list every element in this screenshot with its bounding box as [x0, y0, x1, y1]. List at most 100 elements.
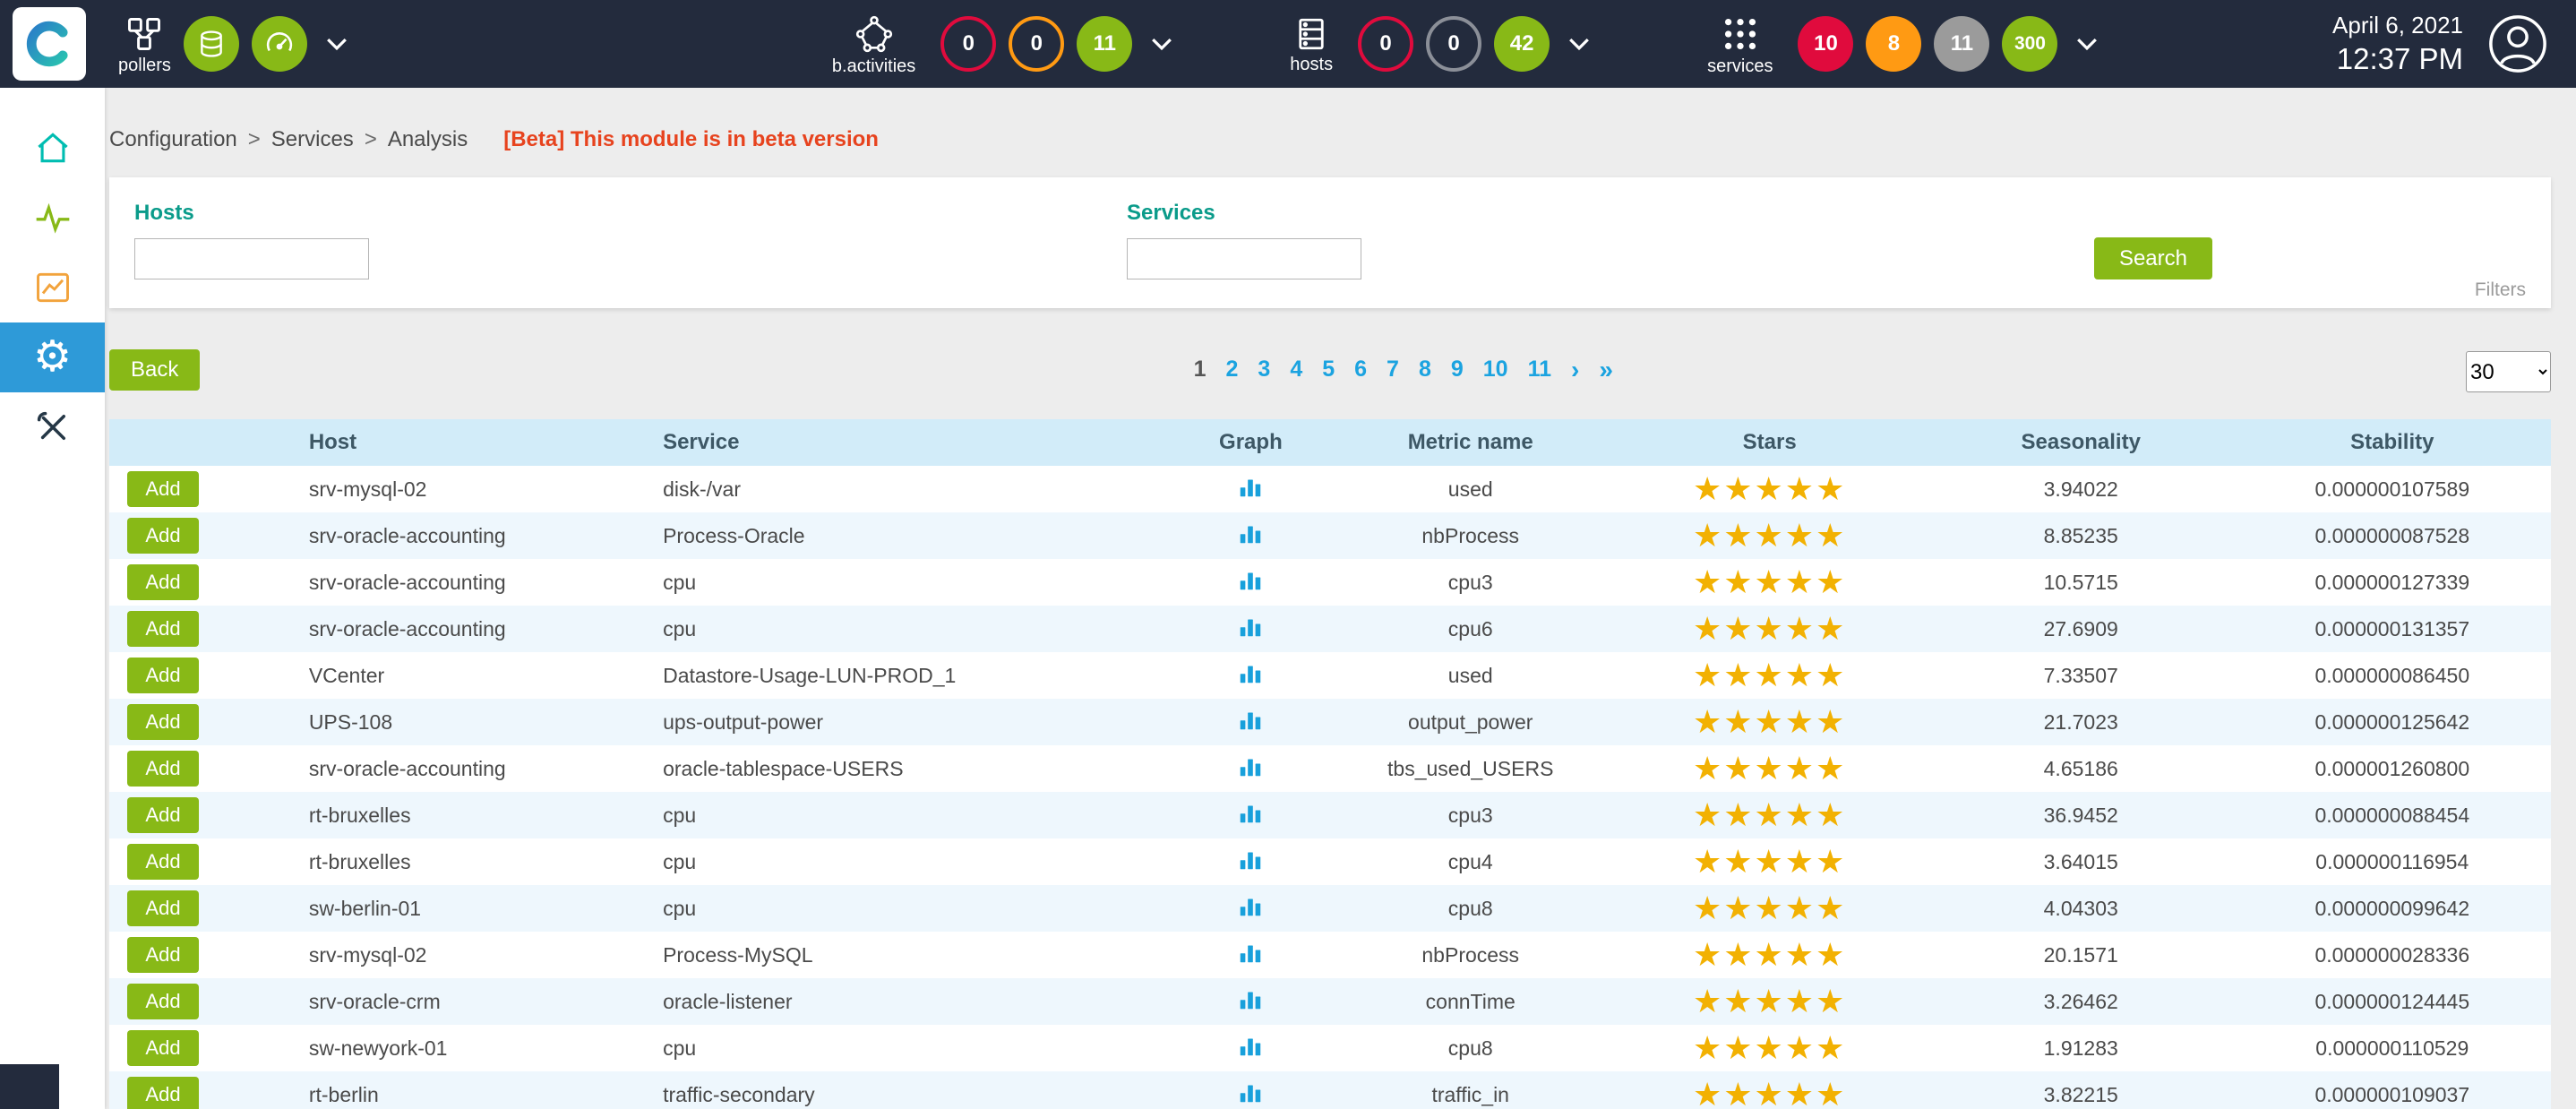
graph-icon[interactable] [1237, 846, 1264, 873]
add-button[interactable]: Add [127, 471, 199, 507]
add-button[interactable]: Add [127, 984, 199, 1019]
services-chevron-down-icon[interactable] [2075, 36, 2099, 52]
page-link-10[interactable]: 10 [1483, 357, 1508, 383]
graph-icon[interactable] [1237, 985, 1264, 1012]
status-badge[interactable]: 0 [1358, 16, 1413, 72]
add-button[interactable]: Add [127, 1030, 199, 1066]
add-button[interactable]: Add [127, 844, 199, 880]
user-profile-button[interactable] [2486, 13, 2549, 75]
page-size-select[interactable]: 30 [2466, 351, 2551, 392]
page-link-2[interactable]: 2 [1226, 357, 1239, 383]
status-badge[interactable]: 300 [2002, 16, 2057, 72]
add-button[interactable]: Add [127, 937, 199, 973]
search-button[interactable]: Search [2094, 237, 2212, 279]
breadcrumb-item-analysis[interactable]: Analysis [388, 127, 468, 152]
page-link-3[interactable]: 3 [1258, 357, 1270, 383]
hosts-chevron-down-icon[interactable] [1567, 36, 1591, 52]
sidebar-collapse-button[interactable] [0, 1064, 59, 1109]
pollers-status-group: pollers [118, 14, 348, 74]
stability-cell: 0.000000099642 [2234, 885, 2551, 932]
status-badge[interactable]: 8 [1866, 16, 1921, 72]
page-link-8[interactable]: 8 [1419, 357, 1431, 383]
bam-menu[interactable]: b.activities [832, 13, 915, 75]
chart-icon [33, 268, 73, 307]
seasonality-cell: 27.6909 [1928, 606, 2234, 652]
main-content: Configuration>Services>Analysis [Beta] T… [105, 88, 2576, 1109]
graph-icon[interactable] [1237, 752, 1264, 779]
add-button[interactable]: Add [127, 611, 199, 647]
services-menu[interactable]: services [1707, 13, 1773, 75]
sidebar-item-administration[interactable] [0, 392, 105, 462]
star-rating-icon: ★★★★★ [1693, 796, 1846, 833]
table-row: Addsw-berlin-01cpucpu8★★★★★4.043030.0000… [109, 885, 2551, 932]
page-link-5[interactable]: 5 [1322, 357, 1335, 383]
breadcrumb-item-services[interactable]: Services [271, 127, 354, 152]
beta-warning: [Beta] This module is in beta version [503, 127, 879, 152]
sidebar-item-reporting[interactable] [0, 253, 105, 322]
graph-icon[interactable] [1237, 1079, 1264, 1105]
graph-icon[interactable] [1237, 892, 1264, 919]
add-button[interactable]: Add [127, 890, 199, 926]
add-button[interactable]: Add [127, 797, 199, 833]
graph-icon[interactable] [1237, 520, 1264, 546]
column-header-metric-name: Metric name [1330, 419, 1610, 466]
pollers-chevron-down-icon[interactable] [325, 36, 348, 52]
stars-cell: ★★★★★ [1610, 1025, 1928, 1071]
status-badge[interactable]: 42 [1494, 16, 1550, 72]
page-link-7[interactable]: 7 [1387, 357, 1399, 383]
graph-icon[interactable] [1237, 613, 1264, 640]
poller-latency-status[interactable] [252, 16, 307, 72]
graph-icon[interactable] [1237, 566, 1264, 593]
bam-chevron-down-icon[interactable] [1150, 36, 1173, 52]
status-badge[interactable]: 11 [1934, 16, 1989, 72]
sidebar-item-home[interactable] [0, 113, 105, 183]
status-badge[interactable]: 0 [940, 16, 996, 72]
add-button[interactable]: Add [127, 658, 199, 693]
column-header-stability: Stability [2234, 419, 2551, 466]
next-page-icon[interactable]: › [1571, 357, 1579, 383]
add-button[interactable]: Add [127, 704, 199, 740]
page-link-9[interactable]: 9 [1451, 357, 1464, 383]
add-button[interactable]: Add [127, 751, 199, 787]
status-badge[interactable]: 10 [1798, 16, 1853, 72]
graph-icon[interactable] [1237, 799, 1264, 826]
status-badge[interactable]: 0 [1009, 16, 1064, 72]
filters-caption: Filters [2475, 279, 2526, 301]
poller-database-status[interactable] [184, 16, 239, 72]
breadcrumb-item-configuration[interactable]: Configuration [109, 127, 237, 152]
add-button[interactable]: Add [127, 518, 199, 554]
page-link-4[interactable]: 4 [1290, 357, 1302, 383]
pollers-menu[interactable]: pollers [118, 14, 171, 74]
service-cell: cpu [634, 838, 1172, 885]
add-button[interactable]: Add [127, 1077, 199, 1109]
graph-icon[interactable] [1237, 706, 1264, 733]
services-filter-input[interactable] [1127, 238, 1361, 279]
seasonality-cell: 10.5715 [1928, 559, 2234, 606]
column-header-seasonality: Seasonality [1928, 419, 2234, 466]
graph-icon[interactable] [1237, 939, 1264, 966]
services-filter-group: Services [1127, 201, 1361, 279]
page-link-1[interactable]: 1 [1194, 357, 1206, 383]
graph-icon[interactable] [1237, 1032, 1264, 1059]
pollers-label: pollers [118, 56, 171, 74]
seasonality-cell: 21.7023 [1928, 699, 2234, 745]
hosts-filter-input[interactable] [134, 238, 369, 279]
back-button[interactable]: Back [109, 349, 200, 391]
centreon-logo[interactable] [13, 7, 86, 81]
add-button[interactable]: Add [127, 564, 199, 600]
metric-name-cell: output_power [1330, 699, 1610, 745]
graph-icon[interactable] [1237, 659, 1264, 686]
graph-cell [1172, 1025, 1330, 1071]
page-link-11[interactable]: 11 [1528, 357, 1551, 383]
sidebar-item-monitoring[interactable] [0, 183, 105, 253]
home-icon [33, 128, 73, 168]
graph-icon[interactable] [1237, 473, 1264, 500]
page-link-6[interactable]: 6 [1354, 357, 1367, 383]
hosts-menu[interactable]: hosts [1290, 15, 1333, 73]
metric-name-cell: nbProcess [1330, 932, 1610, 978]
service-cell: oracle-tablespace-USERS [634, 745, 1172, 792]
status-badge[interactable]: 11 [1077, 16, 1132, 72]
status-badge[interactable]: 0 [1426, 16, 1481, 72]
sidebar-item-configuration[interactable]: ⚙ [0, 322, 105, 392]
last-page-icon[interactable]: » [1599, 357, 1613, 383]
